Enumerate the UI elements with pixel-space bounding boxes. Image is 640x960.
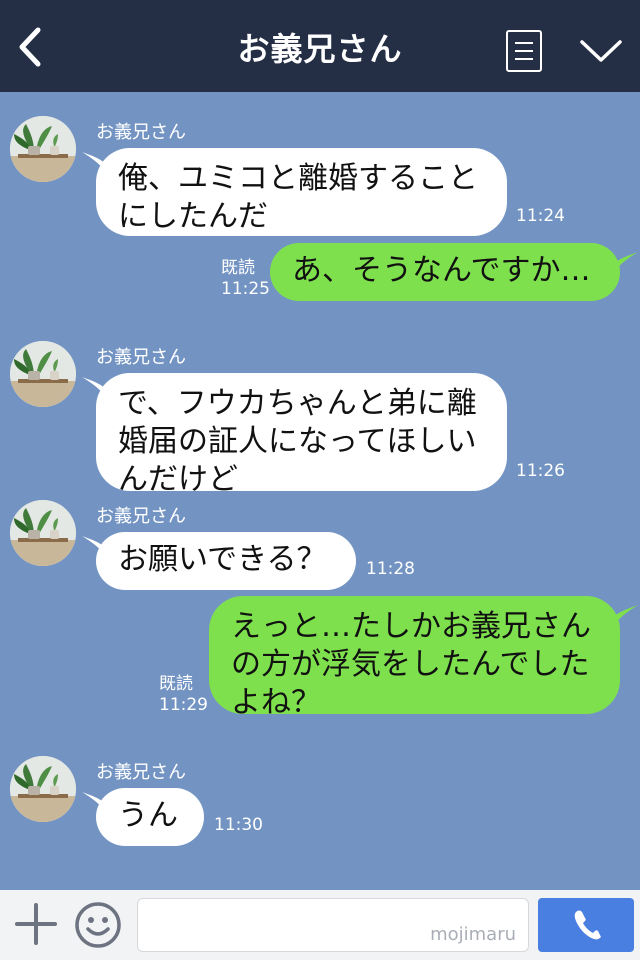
message-text: えっと…たしかお義兄さんの方が浮気をしたんでしたよね？ xyxy=(231,609,591,720)
avatar[interactable] xyxy=(10,756,76,822)
sender-name: お義兄さん xyxy=(96,122,186,143)
watermark-text: mojimaru xyxy=(430,924,516,945)
message-bubble: えっと…たしかお義兄さんの方が浮気をしたんでしたよね？ xyxy=(209,596,620,720)
message-time: 11:28 xyxy=(366,559,415,579)
sender-name: お義兄さん xyxy=(96,506,186,527)
call-button[interactable] xyxy=(538,898,634,952)
message-bubble: あ、そうなんですか… xyxy=(270,243,620,301)
sender-name: お義兄さん xyxy=(96,762,186,783)
message-meta: 既読 11:25 xyxy=(221,258,270,300)
plant-avatar-icon xyxy=(10,341,76,407)
plus-icon xyxy=(15,903,57,945)
message-bubble: 俺、ユミコと離婚することにしたんだ xyxy=(96,148,507,236)
input-bar: mojimaru xyxy=(0,890,640,960)
read-receipt: 既読 xyxy=(159,674,193,694)
emoji-button[interactable] xyxy=(74,901,122,949)
avatar[interactable] xyxy=(10,116,76,182)
message-text: お願いできる？ xyxy=(118,542,327,577)
message-text: うん xyxy=(118,798,178,833)
message-time: 11:29 xyxy=(159,695,208,715)
message-bubble: お願いできる？ xyxy=(96,532,356,590)
message-input[interactable]: mojimaru xyxy=(137,898,529,952)
message-time: 11:30 xyxy=(214,815,263,835)
message-text: 俺、ユミコと離婚することにしたんだ xyxy=(118,161,478,234)
message-time: 11:26 xyxy=(516,461,565,481)
message-text: で、フウカちゃんと弟に離婚届の証人になってほしいんだけど xyxy=(118,386,477,497)
chat-title: お義兄さん xyxy=(237,30,403,68)
more-button[interactable] xyxy=(578,36,624,66)
message-bubble: で、フウカちゃんと弟に離婚届の証人になってほしいんだけど xyxy=(96,373,507,497)
message-text: あ、そうなんですか… xyxy=(292,253,591,288)
plant-avatar-icon xyxy=(10,500,76,566)
chat-header: お義兄さん xyxy=(0,0,640,92)
message-time: 11:24 xyxy=(516,206,565,226)
chevron-down-icon xyxy=(580,40,622,62)
menu-button[interactable] xyxy=(506,30,542,72)
message-meta: 既読 11:29 xyxy=(159,674,208,716)
message-bubble: うん xyxy=(96,788,204,846)
add-button[interactable] xyxy=(14,902,58,946)
phone-icon xyxy=(574,910,601,940)
sender-name: お義兄さん xyxy=(96,347,186,368)
avatar[interactable] xyxy=(10,341,76,407)
read-receipt: 既読 xyxy=(221,258,255,278)
plant-avatar-icon xyxy=(10,756,76,822)
avatar[interactable] xyxy=(10,500,76,566)
smiley-icon xyxy=(75,902,121,948)
plant-avatar-icon xyxy=(10,116,76,182)
message-time: 11:25 xyxy=(221,279,270,299)
